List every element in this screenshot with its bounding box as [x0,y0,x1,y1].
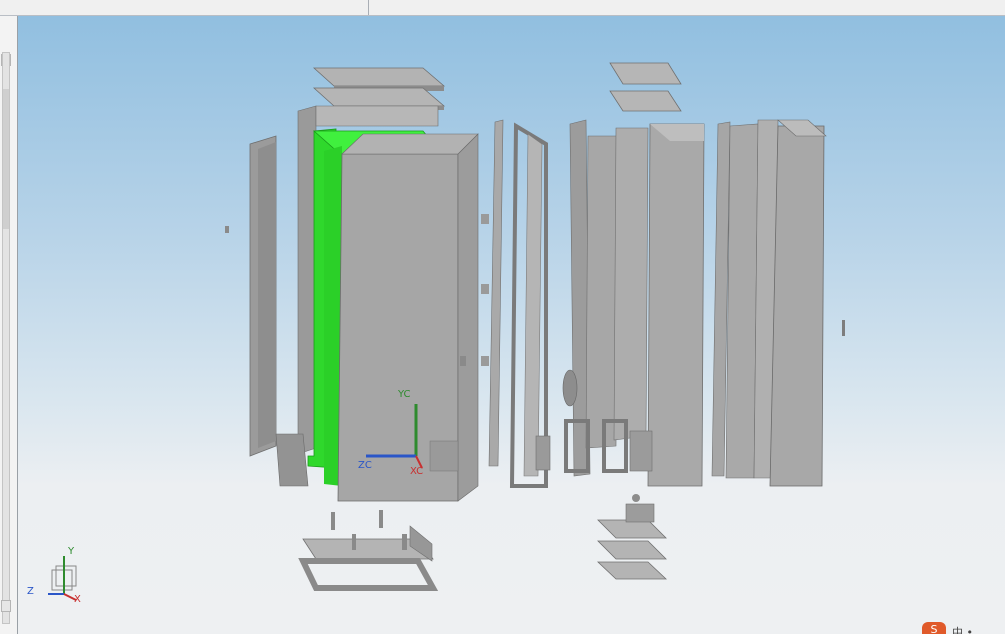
cabinet-handle[interactable] [460,356,466,366]
triad-y-label: Y [68,546,75,557]
right-tall-cabinet[interactable] [769,125,825,487]
stack-plate-1[interactable] [597,519,667,539]
base-post-1 [331,512,335,530]
front-cabinet-top-edge [341,133,479,155]
wcs-x-label: XC [410,466,424,477]
base-post-2 [379,510,383,528]
rear-cabinet-body[interactable] [297,105,317,455]
stack-knob[interactable] [632,494,640,502]
middle-panel-b[interactable] [613,127,649,441]
stack-top-block[interactable] [625,503,655,523]
middle-top-plate-1[interactable] [609,62,682,85]
base-frame-bottom[interactable] [298,558,439,591]
base-post-3 [352,534,356,550]
wcs-z-label: ZC [358,460,372,471]
front-cabinet-side[interactable] [457,133,479,502]
rail-strip[interactable] [488,119,504,467]
exploded-assembly-model[interactable] [18,16,1005,634]
right-floating-pin[interactable] [842,320,845,336]
floating-pin[interactable] [225,226,229,233]
toolbar-separator [368,0,369,15]
base-post-4 [402,534,407,550]
cabinet-base-slot [429,440,459,472]
door-frame-inner[interactable] [523,133,543,477]
rail-tab-1 [481,214,489,224]
stack-plate-2[interactable] [597,540,667,560]
status-bar-icon[interactable]: S [922,622,946,634]
right-panel-a[interactable] [725,123,759,479]
left-side-panel-face [258,142,276,448]
scroll-down-button[interactable] [1,600,11,612]
status-text: 中 • [952,626,973,634]
top-plate-2[interactable] [312,87,446,107]
wcs-y-label: YC [398,389,411,400]
middle-tall-box[interactable] [647,123,705,487]
left-bottom-bracket[interactable] [275,433,309,487]
door-frame-lock[interactable] [535,435,551,471]
rail-tab-2 [481,284,489,294]
scrollbar-track[interactable] [2,52,10,624]
rear-cabinet-back [315,105,439,127]
resource-bar[interactable] [0,16,18,634]
top-toolbar-strip [0,0,1005,16]
middle-panel-a[interactable] [585,135,619,449]
middle-small-block[interactable] [629,430,653,472]
graphics-viewport[interactable]: YC ZC XC Y Z X S 中 • [18,16,1005,634]
rail-tab-3 [481,356,489,366]
triad-z-label: Z [27,586,34,597]
middle-round-part[interactable] [562,369,578,407]
stack-plate-3[interactable] [596,561,668,580]
triad-x-label: X [74,594,81,605]
top-cover-plate[interactable] [312,67,446,87]
scrollbar-thumb[interactable] [3,89,9,229]
middle-top-plate-2[interactable] [609,90,682,112]
